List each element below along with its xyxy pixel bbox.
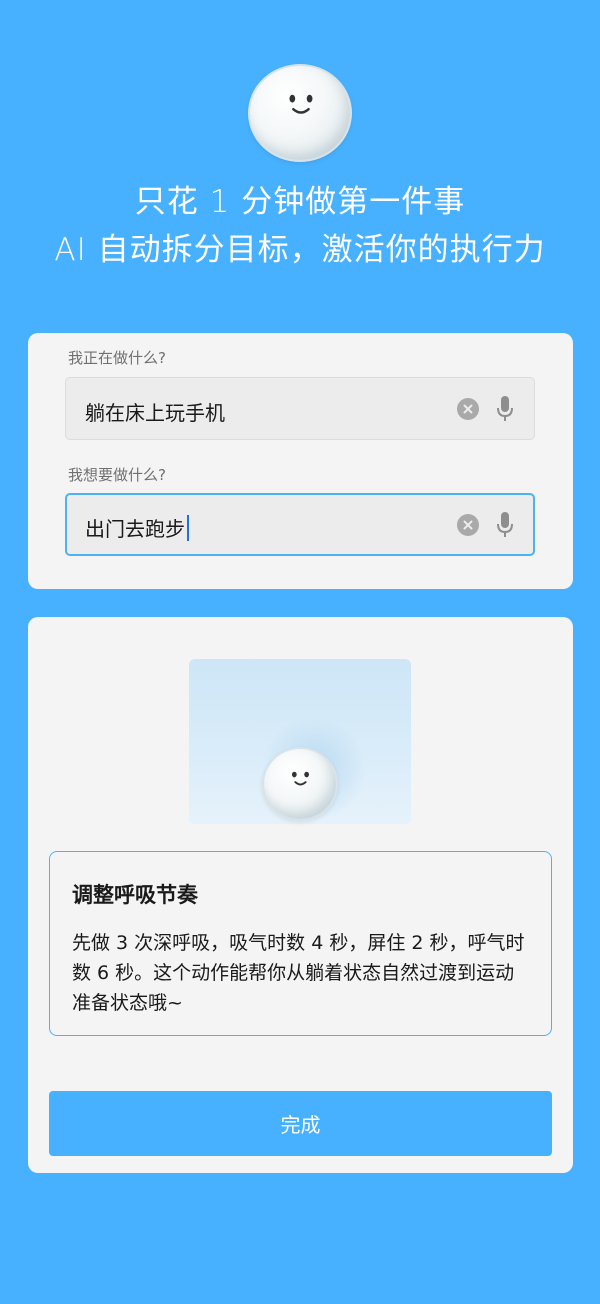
goal-activity-value: 出门去跑步	[85, 517, 185, 541]
input-card: 我正在做什么? 躺在床上玩手机 我想要做什么? 出门去跑步	[28, 333, 573, 589]
snowball-mascot-icon	[262, 747, 338, 821]
microphone-icon[interactable]	[496, 511, 514, 539]
microphone-icon[interactable]	[496, 395, 514, 423]
text-caret	[187, 514, 189, 541]
hero-subheadline: AI 自动拆分目标，激活你的执行力	[54, 232, 546, 268]
goal-activity-field[interactable]: 出门去跑步	[65, 493, 535, 556]
current-activity-field[interactable]: 躺在床上玩手机	[65, 377, 535, 440]
done-button[interactable]: 完成	[49, 1091, 552, 1156]
tip-box: 调整呼吸节奏 先做 3 次深呼吸，吸气时数 4 秒，屏住 2 秒，呼气时数 6 …	[49, 851, 552, 1036]
result-card: 调整呼吸节奏 先做 3 次深呼吸，吸气时数 4 秒，屏住 2 秒，呼气时数 6 …	[28, 617, 573, 1173]
current-activity-value: 躺在床上玩手机	[85, 401, 225, 425]
illustration-panel	[189, 659, 411, 824]
current-activity-label: 我正在做什么?	[68, 349, 166, 367]
tip-body: 先做 3 次深呼吸，吸气时数 4 秒，屏住 2 秒，呼气时数 6 秒。这个动作能…	[72, 932, 525, 1014]
snowball-mascot-icon	[248, 64, 352, 162]
goal-activity-label: 我想要做什么?	[68, 466, 166, 484]
hero-headline: 只花 1 分钟做第一件事	[134, 184, 466, 220]
clear-icon[interactable]	[457, 514, 479, 536]
clear-icon[interactable]	[457, 398, 479, 420]
tip-title: 调整呼吸节奏	[72, 883, 198, 907]
